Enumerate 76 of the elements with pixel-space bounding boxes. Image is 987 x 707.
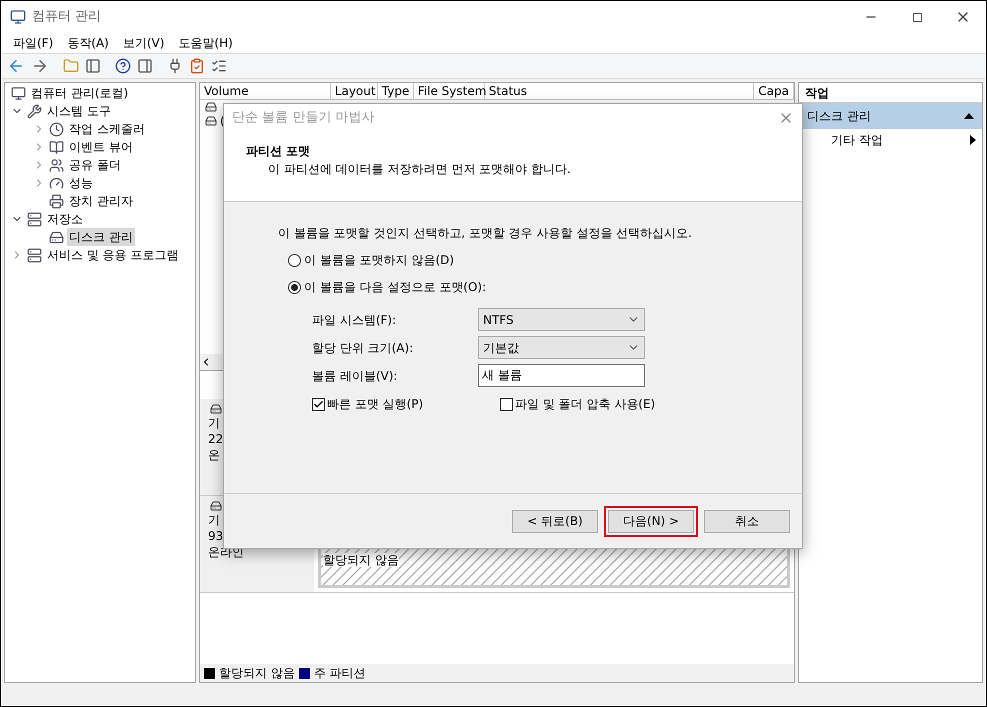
- clock-icon: [49, 122, 64, 136]
- page-subtitle: 이 파티션에 데이터를 저장하려면 먼저 포맷해야 합니다.: [268, 161, 572, 178]
- page-heading: 파티션 포맷: [246, 143, 312, 160]
- dialog-button[interactable]: 취소: [704, 510, 790, 532]
- radio-option[interactable]: 이 볼륨을 다음 설정으로 포맷(O):: [288, 278, 802, 296]
- disk-info-text: 기: [208, 415, 221, 431]
- disk-info-text: 온: [208, 447, 221, 463]
- server-icon: [27, 248, 42, 262]
- checkbox[interactable]: [312, 398, 325, 410]
- tree-item[interactable]: 장치 관리자: [67, 192, 135, 210]
- panel-icon[interactable]: [85, 58, 101, 74]
- dialog-title: 단순 볼륨 만들기 마법사: [232, 109, 374, 128]
- help-icon[interactable]: [115, 58, 131, 74]
- checkbox-option[interactable]: 파일 및 폴더 압축 사용(E): [500, 395, 656, 413]
- collapse-icon[interactable]: [964, 113, 974, 119]
- panel-icon[interactable]: [137, 58, 153, 74]
- column-header[interactable]: Type: [378, 83, 414, 100]
- tree-item[interactable]: 디스크 관리: [67, 228, 135, 246]
- submenu-arrow-icon: [970, 135, 976, 145]
- drive-icon: [208, 403, 224, 415]
- column-header[interactable]: Layout: [330, 83, 378, 100]
- tree-item[interactable]: 이벤트 뷰어: [67, 138, 135, 156]
- drive-icon: [49, 230, 64, 244]
- clipboard-icon[interactable]: [189, 58, 205, 74]
- disk-info-text: 기: [208, 512, 221, 528]
- back-icon[interactable]: [7, 57, 25, 75]
- menu-item[interactable]: 파일(F): [7, 34, 60, 52]
- disk-info-text: 22: [208, 431, 224, 447]
- tree-item[interactable]: 서비스 및 응용 프로그램: [45, 246, 180, 264]
- tree-item[interactable]: 성능: [67, 174, 95, 192]
- column-header[interactable]: Status: [484, 83, 754, 100]
- legend-label: 할당되지 않음: [219, 665, 295, 682]
- dropdown[interactable]: NTFS: [478, 308, 645, 331]
- checkbox[interactable]: [500, 398, 513, 410]
- dropdown[interactable]: 기본값: [478, 336, 645, 359]
- tree-item[interactable]: 시스템 도구: [45, 102, 113, 120]
- tree-item[interactable]: 공유 폴더: [67, 156, 123, 174]
- drive-icon: [208, 500, 224, 512]
- radio-option[interactable]: 이 볼륨을 포맷하지 않음(D): [288, 251, 802, 269]
- server-icon: [27, 212, 42, 226]
- radio-icon[interactable]: [288, 254, 301, 266]
- menu-item[interactable]: 도움말(H): [172, 34, 239, 52]
- checkbox-option[interactable]: 빠른 포맷 실행(P): [312, 395, 500, 413]
- book-icon: [49, 140, 64, 154]
- unallocated-partition[interactable]: 할당되지 않음: [318, 546, 790, 588]
- radio-icon[interactable]: [288, 280, 301, 294]
- field-label: 파일 시스템(F):: [312, 312, 398, 328]
- tree-item[interactable]: 작업 스케줄러: [67, 120, 147, 138]
- dialog-button[interactable]: 다음(N) >: [608, 510, 694, 532]
- maximize-icon: [912, 12, 922, 22]
- menu-item[interactable]: 동작(A): [61, 34, 115, 52]
- instruction-text: 이 볼륨을 포맷할 것인지 선택하고, 포맷할 경우 사용할 설정을 선택하십시오.: [278, 225, 693, 242]
- dialog-button[interactable]: < 뒤로(B): [512, 510, 598, 532]
- drive-icon: [204, 101, 218, 113]
- tree-item[interactable]: 저장소: [45, 210, 85, 228]
- column-header[interactable]: Capa: [754, 83, 794, 100]
- computer-icon: [11, 86, 26, 100]
- printer-icon: [49, 194, 64, 208]
- label-field[interactable]: 새 볼륨: [478, 364, 645, 387]
- column-header[interactable]: Volume: [200, 83, 331, 100]
- field-label: 볼륨 레이블(V):: [312, 368, 398, 384]
- forward-icon[interactable]: [31, 57, 49, 75]
- field-label: 할당 단위 크기(A):: [312, 340, 414, 356]
- gauge-icon: [49, 176, 64, 190]
- disk-info-text: 93: [208, 528, 224, 544]
- drive-icon: [204, 115, 218, 127]
- legend-label: 주 파티션: [314, 665, 366, 682]
- people-icon: [49, 158, 64, 172]
- column-header[interactable]: File System: [414, 83, 485, 100]
- tools-icon: [27, 104, 42, 118]
- tree-item[interactable]: 컴퓨터 관리(로컬): [29, 84, 130, 102]
- menu-item[interactable]: 보기(V): [116, 34, 170, 52]
- action-item[interactable]: 기타 작업: [799, 129, 982, 151]
- window-title: 컴퓨터 관리: [32, 8, 102, 26]
- checklist-icon[interactable]: [211, 58, 227, 74]
- computer-icon: [10, 9, 26, 25]
